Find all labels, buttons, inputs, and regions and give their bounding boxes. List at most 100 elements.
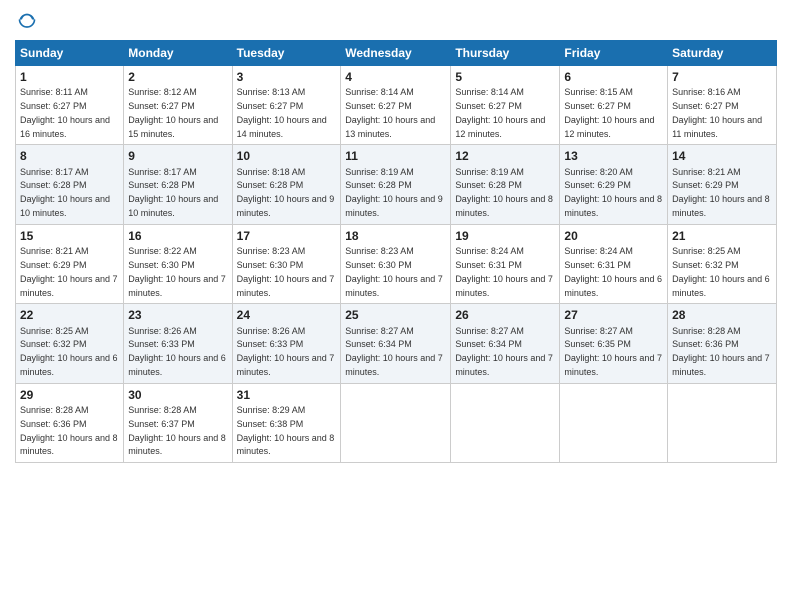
day-number: 26 [455,307,555,323]
calendar-cell: 9 Sunrise: 8:17 AMSunset: 6:28 PMDaylight… [124,145,232,224]
calendar: SundayMondayTuesdayWednesdayThursdayFrid… [15,40,777,463]
calendar-day-header: Friday [560,41,668,66]
calendar-cell: 18 Sunrise: 8:23 AMSunset: 6:30 PMDayligh… [341,224,451,303]
day-number: 3 [237,69,337,85]
day-number: 19 [455,228,555,244]
day-number: 17 [237,228,337,244]
day-info: Sunrise: 8:26 AMSunset: 6:33 PMDaylight:… [128,326,226,377]
calendar-cell: 4 Sunrise: 8:14 AMSunset: 6:27 PMDaylight… [341,66,451,145]
calendar-cell: 19 Sunrise: 8:24 AMSunset: 6:31 PMDayligh… [451,224,560,303]
day-number: 9 [128,148,227,164]
day-number: 13 [564,148,663,164]
day-number: 4 [345,69,446,85]
calendar-cell: 12 Sunrise: 8:19 AMSunset: 6:28 PMDayligh… [451,145,560,224]
calendar-cell: 24Sunrise: 8:26 AMSunset: 6:33 PMDayligh… [232,304,341,383]
calendar-cell: 21 Sunrise: 8:25 AMSunset: 6:32 PMDayligh… [668,224,777,303]
calendar-cell: 16 Sunrise: 8:22 AMSunset: 6:30 PMDayligh… [124,224,232,303]
day-info: Sunrise: 8:25 AMSunset: 6:32 PMDaylight:… [672,246,770,297]
calendar-day-header: Thursday [451,41,560,66]
day-info: Sunrise: 8:27 AMSunset: 6:34 PMDaylight:… [345,326,443,377]
day-info: Sunrise: 8:28 AMSunset: 6:37 PMDaylight:… [128,405,226,456]
calendar-week-row: 15Sunrise: 8:21 AMSunset: 6:29 PMDayligh… [16,224,777,303]
logo [15,10,37,32]
calendar-cell: 3 Sunrise: 8:13 AMSunset: 6:27 PMDaylight… [232,66,341,145]
calendar-header-row: SundayMondayTuesdayWednesdayThursdayFrid… [16,41,777,66]
calendar-week-row: 1 Sunrise: 8:11 AMSunset: 6:27 PMDaylight… [16,66,777,145]
day-info: Sunrise: 8:11 AMSunset: 6:27 PMDaylight:… [20,87,110,138]
calendar-cell [451,383,560,462]
calendar-cell: 6 Sunrise: 8:15 AMSunset: 6:27 PMDaylight… [560,66,668,145]
day-number: 2 [128,69,227,85]
day-number: 15 [20,228,119,244]
calendar-week-row: 22Sunrise: 8:25 AMSunset: 6:32 PMDayligh… [16,304,777,383]
calendar-cell: 20Sunrise: 8:24 AMSunset: 6:31 PMDayligh… [560,224,668,303]
calendar-cell: 17Sunrise: 8:23 AMSunset: 6:30 PMDayligh… [232,224,341,303]
day-info: Sunrise: 8:27 AMSunset: 6:35 PMDaylight:… [564,326,662,377]
day-info: Sunrise: 8:22 AMSunset: 6:30 PMDaylight:… [128,246,226,297]
day-info: Sunrise: 8:17 AMSunset: 6:28 PMDaylight:… [20,167,110,218]
day-number: 1 [20,69,119,85]
calendar-cell: 30 Sunrise: 8:28 AMSunset: 6:37 PMDayligh… [124,383,232,462]
calendar-cell: 14 Sunrise: 8:21 AMSunset: 6:29 PMDayligh… [668,145,777,224]
calendar-week-row: 8 Sunrise: 8:17 AMSunset: 6:28 PMDaylight… [16,145,777,224]
calendar-cell: 26 Sunrise: 8:27 AMSunset: 6:34 PMDayligh… [451,304,560,383]
day-info: Sunrise: 8:17 AMSunset: 6:28 PMDaylight:… [128,167,218,218]
day-info: Sunrise: 8:16 AMSunset: 6:27 PMDaylight:… [672,87,762,138]
day-info: Sunrise: 8:26 AMSunset: 6:33 PMDaylight:… [237,326,335,377]
day-info: Sunrise: 8:13 AMSunset: 6:27 PMDaylight:… [237,87,327,138]
calendar-cell [668,383,777,462]
day-info: Sunrise: 8:27 AMSunset: 6:34 PMDaylight:… [455,326,553,377]
calendar-day-header: Monday [124,41,232,66]
day-number: 6 [564,69,663,85]
day-info: Sunrise: 8:18 AMSunset: 6:28 PMDaylight:… [237,167,335,218]
day-number: 27 [564,307,663,323]
day-info: Sunrise: 8:19 AMSunset: 6:28 PMDaylight:… [345,167,443,218]
day-info: Sunrise: 8:29 AMSunset: 6:38 PMDaylight:… [237,405,335,456]
calendar-cell: 23Sunrise: 8:26 AMSunset: 6:33 PMDayligh… [124,304,232,383]
day-info: Sunrise: 8:28 AMSunset: 6:36 PMDaylight:… [20,405,118,456]
calendar-day-header: Saturday [668,41,777,66]
day-info: Sunrise: 8:24 AMSunset: 6:31 PMDaylight:… [455,246,553,297]
day-info: Sunrise: 8:14 AMSunset: 6:27 PMDaylight:… [345,87,435,138]
day-info: Sunrise: 8:28 AMSunset: 6:36 PMDaylight:… [672,326,770,377]
calendar-cell: 11 Sunrise: 8:19 AMSunset: 6:28 PMDayligh… [341,145,451,224]
calendar-cell: 1 Sunrise: 8:11 AMSunset: 6:27 PMDaylight… [16,66,124,145]
day-number: 5 [455,69,555,85]
day-number: 30 [128,387,227,403]
calendar-cell [560,383,668,462]
day-info: Sunrise: 8:24 AMSunset: 6:31 PMDaylight:… [564,246,662,297]
day-info: Sunrise: 8:23 AMSunset: 6:30 PMDaylight:… [345,246,443,297]
page: SundayMondayTuesdayWednesdayThursdayFrid… [0,0,792,612]
day-number: 25 [345,307,446,323]
day-info: Sunrise: 8:14 AMSunset: 6:27 PMDaylight:… [455,87,545,138]
calendar-cell: 25 Sunrise: 8:27 AMSunset: 6:34 PMDayligh… [341,304,451,383]
calendar-cell: 29 Sunrise: 8:28 AMSunset: 6:36 PMDayligh… [16,383,124,462]
calendar-cell: 8 Sunrise: 8:17 AMSunset: 6:28 PMDaylight… [16,145,124,224]
day-number: 21 [672,228,772,244]
day-number: 12 [455,148,555,164]
day-info: Sunrise: 8:19 AMSunset: 6:28 PMDaylight:… [455,167,553,218]
day-number: 7 [672,69,772,85]
header [15,10,777,32]
day-number: 11 [345,148,446,164]
calendar-cell: 28Sunrise: 8:28 AMSunset: 6:36 PMDayligh… [668,304,777,383]
calendar-cell: 27 Sunrise: 8:27 AMSunset: 6:35 PMDayligh… [560,304,668,383]
logo-text [15,10,37,32]
day-number: 22 [20,307,119,323]
day-info: Sunrise: 8:15 AMSunset: 6:27 PMDaylight:… [564,87,654,138]
day-number: 14 [672,148,772,164]
calendar-cell: 15Sunrise: 8:21 AMSunset: 6:29 PMDayligh… [16,224,124,303]
day-number: 18 [345,228,446,244]
day-info: Sunrise: 8:12 AMSunset: 6:27 PMDaylight:… [128,87,218,138]
day-number: 10 [237,148,337,164]
calendar-cell: 2 Sunrise: 8:12 AMSunset: 6:27 PMDaylight… [124,66,232,145]
day-info: Sunrise: 8:21 AMSunset: 6:29 PMDaylight:… [672,167,770,218]
calendar-cell: 7 Sunrise: 8:16 AMSunset: 6:27 PMDaylight… [668,66,777,145]
day-number: 29 [20,387,119,403]
logo-icon [17,12,37,32]
calendar-cell [341,383,451,462]
day-number: 16 [128,228,227,244]
day-number: 8 [20,148,119,164]
calendar-cell: 31Sunrise: 8:29 AMSunset: 6:38 PMDayligh… [232,383,341,462]
calendar-day-header: Sunday [16,41,124,66]
